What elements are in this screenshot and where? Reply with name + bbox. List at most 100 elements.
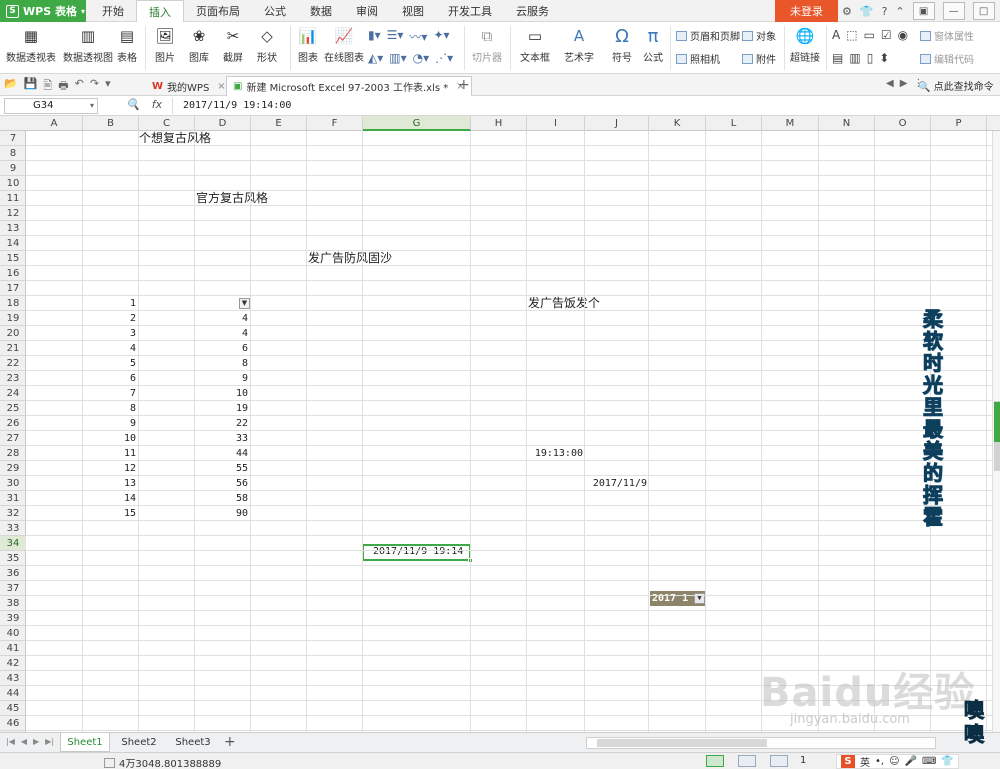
row-header-19[interactable]: 19 (0, 311, 26, 326)
find-command-search[interactable]: 🔍 点此查找命令 (918, 78, 994, 93)
cell-d30[interactable]: 56 (195, 476, 251, 491)
cell-b26[interactable]: 9 (83, 416, 139, 431)
column-header-h[interactable]: H (471, 116, 527, 131)
last-sheet-icon[interactable]: ▶| (45, 737, 54, 746)
cell-b20[interactable]: 3 (83, 326, 139, 341)
table-button[interactable]: ▤ 表格 (114, 22, 140, 74)
edit-code-button[interactable]: 编辑代码 (920, 51, 974, 66)
scrollbar-control-icon[interactable]: ▯ (867, 51, 874, 65)
formula-button[interactable]: π 公式 (640, 22, 666, 74)
expand-icon[interactable]: ▶ (900, 78, 908, 89)
cell-c7[interactable]: 个想复古风格 (139, 131, 211, 146)
chart-button[interactable]: 📊 图表 (296, 22, 320, 74)
row-header-16[interactable]: 16 (0, 266, 26, 281)
scroll-thumb[interactable] (597, 739, 767, 747)
column-header-o[interactable]: O (875, 116, 931, 131)
add-sheet-button[interactable]: + (224, 734, 236, 750)
cell-d25[interactable]: 19 (195, 401, 251, 416)
shapes-button[interactable]: ◇ 形状 (252, 22, 282, 74)
picture-button[interactable]: 🖼 图片 (150, 22, 180, 74)
horizontal-scrollbar[interactable] (586, 737, 936, 749)
cell-k37[interactable]: 2017 1 ▼ (650, 591, 706, 606)
row-header-46[interactable]: 46 (0, 716, 26, 731)
app-menu-button[interactable]: S WPS 表格 ▾ (0, 0, 86, 22)
row-header-30[interactable]: 30 (0, 476, 26, 491)
line-chart-icon[interactable]: 〰▾ (409, 28, 427, 45)
row-header-9[interactable]: 9 (0, 161, 26, 176)
cell-d21[interactable]: 6 (195, 341, 251, 356)
column-header-b[interactable]: B (83, 116, 139, 131)
cell-b22[interactable]: 5 (83, 356, 139, 371)
radio-control-icon[interactable]: ◉ (898, 28, 908, 42)
row-header-35[interactable]: 35 (0, 551, 26, 566)
symbol-button[interactable]: Ω 符号 (606, 22, 638, 74)
stock-chart-icon[interactable]: ▥▾ (389, 51, 406, 65)
tab-developer[interactable]: 开发工具 (436, 0, 504, 22)
row-header-33[interactable]: 33 (0, 521, 26, 536)
sheet-tab-2[interactable]: Sheet2 (114, 733, 164, 752)
zoom-icon[interactable]: 🔍 (126, 98, 140, 111)
row-header-40[interactable]: 40 (0, 626, 26, 641)
dropdown-arrow-icon[interactable]: ▼ (239, 298, 250, 309)
row-header-43[interactable]: 43 (0, 671, 26, 686)
formula-input[interactable]: 2017/11/9 19:14:00 (172, 98, 996, 114)
pie-chart-icon[interactable]: ◔▾ (413, 51, 430, 65)
row-header-29[interactable]: 29 (0, 461, 26, 476)
undo-icon[interactable]: ↶ (75, 77, 84, 96)
column-header-n[interactable]: N (819, 116, 875, 131)
print-preview-icon[interactable]: 🖹 (43, 77, 52, 96)
doc-tab-workbook[interactable]: ▣ 新建 Microsoft Excel 97-2003 工作表.xls * × (226, 76, 472, 96)
active-cell-g34[interactable]: 2017/11/9 19:14 (362, 544, 473, 563)
caret-up-icon[interactable]: ⌃ (895, 5, 904, 18)
label-control-icon[interactable]: A (832, 28, 840, 42)
row-header-22[interactable]: 22 (0, 356, 26, 371)
row-header-13[interactable]: 13 (0, 221, 26, 236)
form-properties-button[interactable]: 窗体属性 (920, 28, 974, 43)
new-tab-button[interactable]: + (458, 77, 470, 93)
column-header-k[interactable]: K (649, 116, 706, 131)
cell-b31[interactable]: 14 (83, 491, 139, 506)
row-header-12[interactable]: 12 (0, 206, 26, 221)
cell-d24[interactable]: 10 (195, 386, 251, 401)
cell-d20[interactable]: 4 (195, 326, 251, 341)
attachment-button[interactable]: 附件 (742, 51, 776, 66)
cell-d22[interactable]: 8 (195, 356, 251, 371)
groupbox-control-icon[interactable]: ⬚ (846, 28, 857, 42)
normal-view-button[interactable] (706, 755, 724, 767)
column-header-c[interactable]: C (139, 116, 195, 131)
name-box[interactable]: G34 ▾ (4, 98, 98, 114)
tab-page-layout[interactable]: 页面布局 (184, 0, 252, 22)
wordart-button[interactable]: A 艺术字 (558, 22, 600, 74)
login-button[interactable]: 未登录 (775, 0, 838, 22)
row-header-20[interactable]: 20 (0, 326, 26, 341)
doc-tab-my-wps[interactable]: W 我的WPS × (146, 76, 232, 96)
column-header-g[interactable]: G (363, 116, 471, 131)
skin-icon[interactable]: 👕 (941, 756, 953, 767)
maximize-button[interactable]: □ (972, 2, 995, 20)
cell-b27[interactable]: 10 (83, 431, 139, 446)
row-header-8[interactable]: 8 (0, 146, 26, 161)
hyperlink-button[interactable]: 🌐 超链接 (788, 22, 822, 74)
column-header-j[interactable]: J (585, 116, 649, 131)
row-header-15[interactable]: 15 (0, 251, 26, 266)
cell-j30[interactable]: 2017/11/9 (586, 476, 650, 491)
row-header-31[interactable]: 31 (0, 491, 26, 506)
button-control-icon[interactable]: ▭ (864, 28, 875, 42)
other-chart-icon[interactable]: ⋰▾ (435, 51, 453, 65)
row-header-38[interactable]: 38 (0, 596, 26, 611)
zoom-level[interactable]: 1 (800, 755, 806, 766)
punctuation-icon[interactable]: •, (875, 756, 884, 767)
column-header-i[interactable]: I (527, 116, 585, 131)
cell-d31[interactable]: 58 (195, 491, 251, 506)
header-footer-button[interactable]: 页眉和页脚 (676, 28, 740, 43)
cell-b19[interactable]: 2 (83, 311, 139, 326)
ime-language[interactable]: 英 (860, 754, 870, 769)
column-header-m[interactable]: M (762, 116, 819, 131)
cell-b24[interactable]: 7 (83, 386, 139, 401)
row-header-21[interactable]: 21 (0, 341, 26, 356)
screenshot-button[interactable]: ✂ 截屏 (218, 22, 248, 74)
tab-cloud[interactable]: 云服务 (504, 0, 561, 22)
textbox-button[interactable]: ▭ 文本框 (514, 22, 556, 74)
cell-b30[interactable]: 13 (83, 476, 139, 491)
help-icon[interactable]: ? (882, 5, 888, 18)
